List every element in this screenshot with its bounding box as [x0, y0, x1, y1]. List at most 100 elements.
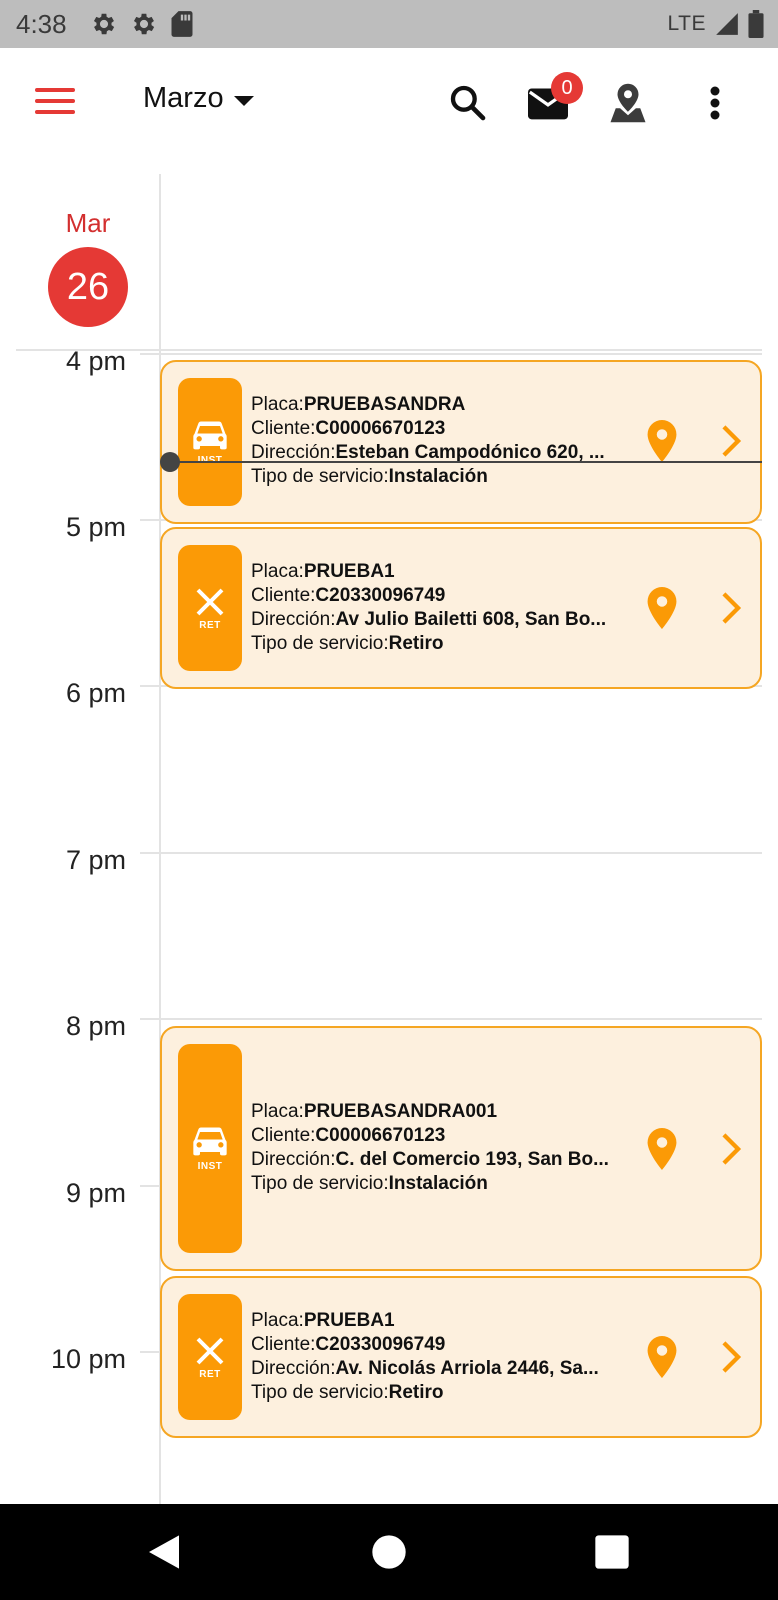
event-direccion: Dirección:C. del Comercio 193, San Bo... — [251, 1149, 609, 1170]
search-button[interactable] — [443, 78, 493, 128]
status-time: 4:38 — [16, 9, 67, 39]
event-direccion: Dirección:Av. Nicolás Arriola 2446, Sa..… — [251, 1358, 599, 1379]
event-type-badge: RET — [178, 1294, 242, 1420]
hour-label: 5 pm — [65, 512, 126, 542]
event-cliente: Cliente:C00006670123 — [251, 1125, 446, 1146]
signal-icon — [716, 13, 738, 35]
close-icon — [196, 1337, 224, 1364]
event-tipo: Tipo de servicio:Instalación — [251, 466, 488, 487]
chevron-right-icon[interactable] — [718, 591, 744, 625]
event-type-badge: INST — [178, 378, 242, 506]
status-icons-right: LTE — [668, 10, 764, 38]
event-tipo: Tipo de servicio:Instalación — [251, 1173, 488, 1194]
hour-line — [140, 353, 762, 355]
hour-label: 8 pm — [65, 1011, 126, 1041]
event-cliente: Cliente:C00006670123 — [251, 418, 446, 439]
more-options-button[interactable] — [690, 78, 740, 128]
mail-badge: 0 — [551, 72, 583, 104]
status-icons-left — [90, 10, 194, 38]
map-pin-icon — [610, 83, 646, 123]
close-icon — [196, 588, 224, 615]
battery-icon — [748, 10, 764, 38]
recents-icon[interactable] — [592, 1532, 632, 1572]
direccion-value: Av. Nicolás Arriola 2446, Sa... — [335, 1358, 599, 1379]
cliente-value: C00006670123 — [315, 1125, 446, 1146]
tipo-value: Retiro — [388, 633, 444, 654]
event-placa: Placa:PRUEBA1 — [251, 1310, 395, 1331]
menu-icon-bar — [35, 88, 75, 92]
day-header: Mar 26 — [40, 208, 136, 327]
back-icon[interactable] — [144, 1532, 184, 1572]
placa-value: PRUEBA1 — [303, 1310, 395, 1331]
hour-label: 9 pm — [65, 1178, 126, 1208]
location-pin-icon[interactable] — [646, 1128, 678, 1170]
caret-down-icon — [233, 95, 254, 106]
gear-icon — [93, 13, 115, 35]
event-card[interactable]: INST Placa:PRUEBASANDRA001 Cliente:C0000… — [160, 1026, 762, 1271]
event-placa: Placa:PRUEBA1 — [251, 561, 395, 582]
tipo-value: Instalación — [388, 1173, 488, 1194]
chevron-right-icon[interactable] — [718, 1340, 744, 1374]
chevron-right-icon[interactable] — [718, 1132, 744, 1166]
menu-icon-bar — [35, 99, 75, 103]
event-card[interactable]: INST Placa:PRUEBASANDRA Cliente:C0000667… — [160, 360, 762, 524]
event-cliente: Cliente:C20330096749 — [251, 1334, 446, 1355]
event-info: Placa:PRUEBASANDRA Cliente:C00006670123 … — [251, 393, 611, 489]
app-bar: Marzo 0 — [0, 48, 778, 158]
home-icon[interactable] — [369, 1532, 409, 1572]
search-icon — [450, 85, 486, 121]
current-time-line — [170, 461, 762, 463]
day-number[interactable]: 26 — [48, 247, 128, 327]
network-type: LTE — [667, 12, 706, 35]
placa-value: PRUEBA1 — [303, 561, 395, 582]
chevron-right-icon[interactable] — [718, 424, 744, 458]
event-card[interactable]: RET Placa:PRUEBA1 Cliente:C20330096749 D… — [160, 527, 762, 689]
cliente-value: C20330096749 — [315, 1334, 446, 1355]
map-button[interactable] — [603, 78, 653, 128]
menu-button[interactable] — [35, 88, 75, 118]
direccion-value: Av Julio Bailetti 608, San Bo... — [335, 609, 607, 630]
placa-value: PRUEBASANDRA — [303, 394, 466, 415]
event-type-badge: RET — [178, 545, 242, 671]
hour-label: 4 pm — [65, 346, 126, 376]
car-icon — [193, 421, 227, 449]
all-day-separator — [16, 349, 762, 351]
more-vert-icon — [710, 86, 720, 120]
status-bar: 4:38 LTE — [0, 0, 778, 48]
location-pin-icon[interactable] — [646, 587, 678, 629]
event-type-code: RET — [199, 1368, 221, 1380]
event-placa: Placa:PRUEBASANDRA — [251, 394, 466, 415]
hour-label: 7 pm — [65, 845, 126, 875]
event-cliente: Cliente:C20330096749 — [251, 585, 446, 606]
event-type-code: INST — [197, 1161, 223, 1172]
event-type-code: RET — [199, 619, 221, 631]
hour-line — [140, 852, 762, 854]
sd-card-icon — [171, 11, 193, 37]
location-pin-icon[interactable] — [646, 420, 678, 462]
current-time-dot — [160, 452, 180, 472]
location-pin-icon[interactable] — [646, 1336, 678, 1378]
month-selector[interactable]: Marzo — [143, 82, 254, 115]
month-label: Marzo — [143, 82, 224, 114]
event-tipo: Tipo de servicio:Retiro — [251, 633, 444, 654]
direccion-value: C. del Comercio 193, San Bo... — [335, 1149, 609, 1170]
placa-value: PRUEBASANDRA001 — [303, 1101, 498, 1122]
event-card[interactable]: RET Placa:PRUEBA1 Cliente:C20330096749 D… — [160, 1276, 762, 1438]
event-tipo: Tipo de servicio:Retiro — [251, 1382, 444, 1403]
event-type-badge: INST — [178, 1044, 242, 1253]
event-info: Placa:PRUEBASANDRA001 Cliente:C000066701… — [251, 1100, 611, 1196]
direccion-value: Esteban Campodónico 620, ... — [335, 442, 605, 463]
hour-label: 6 pm — [65, 678, 126, 708]
event-direccion: Dirección:Av Julio Bailetti 608, San Bo.… — [251, 609, 607, 630]
hour-line — [140, 1018, 762, 1020]
tipo-value: Instalación — [388, 466, 488, 487]
cliente-value: C20330096749 — [315, 585, 446, 606]
event-info: Placa:PRUEBA1 Cliente:C20330096749 Direc… — [251, 1309, 611, 1405]
event-info: Placa:PRUEBA1 Cliente:C20330096749 Direc… — [251, 560, 611, 656]
gear-icon — [133, 13, 155, 35]
system-nav-bar — [0, 1504, 778, 1600]
mail-button[interactable]: 0 — [523, 72, 583, 128]
hour-label: 10 pm — [50, 1344, 126, 1374]
cliente-value: C00006670123 — [315, 418, 446, 439]
menu-icon-bar — [35, 110, 75, 114]
